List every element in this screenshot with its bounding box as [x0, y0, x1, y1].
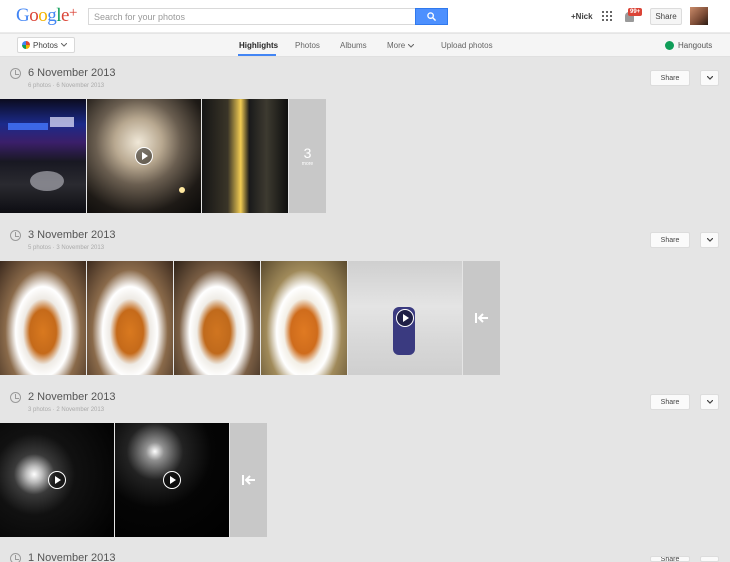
- section-date-title: 6 November 2013: [28, 67, 116, 79]
- section-date-title: 2 November 2013: [28, 391, 116, 403]
- apps-grid-icon[interactable]: [602, 11, 612, 21]
- chevron-down-icon: [706, 76, 713, 80]
- section-meta: 5 photos · 3 November 2013: [28, 245, 105, 251]
- collapse-arrow-icon: [474, 313, 488, 323]
- clock-icon: [10, 553, 21, 562]
- collapse-section-tile[interactable]: [230, 423, 267, 537]
- play-icon: [48, 471, 66, 489]
- photo-thumbnail[interactable]: [261, 261, 347, 375]
- search-icon: [427, 12, 436, 21]
- photo-thumbnail[interactable]: [0, 261, 86, 375]
- avatar[interactable]: [690, 7, 708, 25]
- photo-thumbnail[interactable]: [0, 99, 86, 213]
- secondary-nav: Photos Highlights Photos Albums More Upl…: [0, 34, 730, 57]
- play-icon: [163, 471, 181, 489]
- search-button[interactable]: [415, 8, 448, 25]
- play-icon: [396, 309, 414, 327]
- collapse-section-tile[interactable]: [463, 261, 500, 375]
- share-button[interactable]: Share: [650, 8, 682, 25]
- notification-count-badge[interactable]: 99+: [628, 8, 643, 16]
- photo-thumbnail[interactable]: [87, 261, 173, 375]
- photos-pinwheel-icon: [22, 41, 30, 49]
- photo-thumbnail[interactable]: [202, 99, 288, 213]
- chevron-down-icon: [408, 43, 415, 48]
- tab-photos[interactable]: Photos: [295, 41, 320, 50]
- video-thumbnail[interactable]: [87, 99, 201, 213]
- clock-icon: [10, 392, 21, 403]
- hangouts-label: Hangouts: [678, 41, 713, 50]
- section-options-button[interactable]: [700, 394, 719, 410]
- clock-icon: [10, 230, 21, 241]
- more-photos-label: more: [301, 161, 314, 167]
- tab-highlights[interactable]: Highlights: [239, 41, 278, 50]
- chevron-down-icon: [706, 238, 713, 242]
- video-thumbnail[interactable]: [115, 423, 229, 537]
- section-share-button[interactable]: Share: [650, 232, 690, 248]
- search-input[interactable]: Search for your photos: [88, 8, 416, 25]
- photo-thumbnail[interactable]: [174, 261, 260, 375]
- play-icon: [135, 147, 153, 165]
- collapse-arrow-icon: [241, 475, 255, 485]
- user-profile-link[interactable]: +Nick: [571, 12, 593, 21]
- section-meta: 3 photos · 2 November 2013: [28, 407, 105, 413]
- photos-app-label: Photos: [33, 40, 58, 50]
- section-options-button[interactable]: [700, 232, 719, 248]
- tab-upload-photos[interactable]: Upload photos: [441, 41, 493, 50]
- hangouts-icon: [665, 41, 674, 50]
- section-date-title: 1 November 2013: [28, 552, 116, 562]
- section-share-button[interactable]: Share: [650, 556, 690, 562]
- active-tab-indicator: [238, 54, 276, 56]
- more-photos-tile[interactable]: 3 more: [289, 99, 326, 213]
- section-options-button[interactable]: [700, 556, 719, 562]
- photos-app-switcher[interactable]: Photos: [17, 37, 75, 53]
- section-share-button[interactable]: Share: [650, 394, 690, 410]
- chevron-down-icon: [706, 400, 713, 404]
- section-meta: 6 photos · 6 November 2013: [28, 83, 105, 89]
- video-thumbnail[interactable]: [0, 423, 114, 537]
- google-plus-logo[interactable]: Google+: [16, 5, 77, 27]
- hangouts-button[interactable]: Hangouts: [665, 41, 712, 50]
- more-photos-count: 3: [303, 145, 312, 161]
- video-thumbnail[interactable]: [348, 261, 462, 375]
- tab-more-label: More: [387, 41, 406, 50]
- section-date-title: 3 November 2013: [28, 229, 116, 241]
- tab-albums[interactable]: Albums: [340, 41, 367, 50]
- section-share-button[interactable]: Share: [650, 70, 690, 86]
- section-options-button[interactable]: [700, 70, 719, 86]
- top-bar: Google+ Search for your photos +Nick 99+…: [0, 0, 730, 33]
- clock-icon: [10, 68, 21, 79]
- chevron-down-icon: [60, 43, 67, 47]
- tab-more[interactable]: More: [387, 41, 415, 50]
